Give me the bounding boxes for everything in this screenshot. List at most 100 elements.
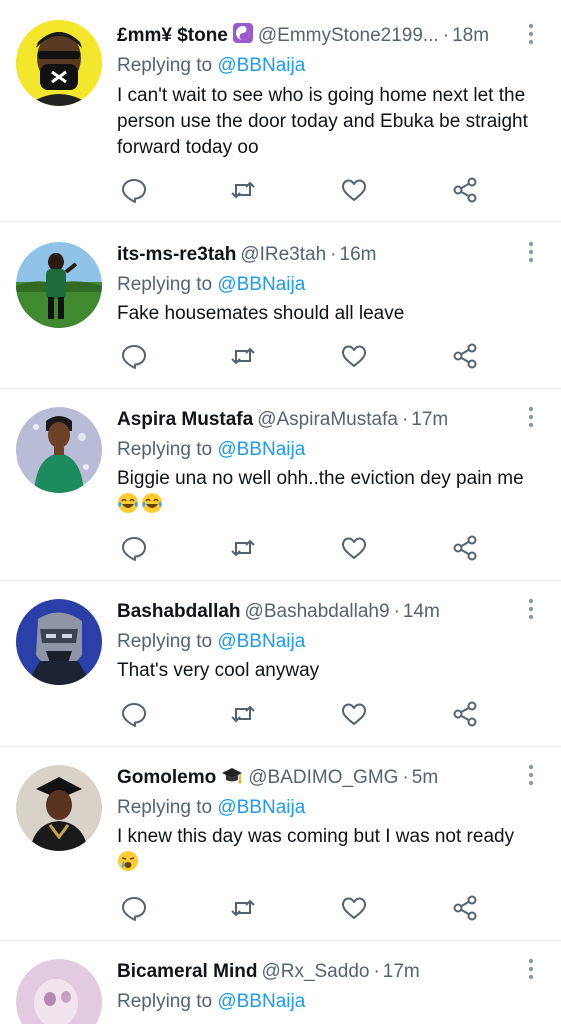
separator-dot: · bbox=[402, 767, 409, 788]
tweet[interactable]: Bashabdallah @Bashabdallah9 · 14m Replying … bbox=[0, 581, 561, 747]
avatar[interactable] bbox=[16, 959, 102, 1024]
crying-face-emoji-icon bbox=[117, 850, 139, 872]
replying-to-label: Replying to bbox=[117, 631, 213, 652]
separator-dot: · bbox=[401, 409, 409, 430]
tweet-text: That's very cool anyway bbox=[117, 660, 320, 681]
user-handle[interactable]: @AspiraMustafa bbox=[257, 409, 398, 430]
user-handle[interactable]: @IRe3tah bbox=[240, 244, 326, 265]
tweet-text-body: I knew this day was coming but I was not… bbox=[117, 826, 515, 847]
avatar[interactable] bbox=[16, 599, 102, 685]
display-name[interactable]: Aspira Mustafa bbox=[117, 409, 253, 430]
tweet-text-body: Biggie una no well ohh..the eviction dey… bbox=[117, 468, 524, 489]
like-icon[interactable] bbox=[339, 175, 369, 205]
avatar-image bbox=[16, 599, 102, 685]
avatar-image bbox=[16, 20, 102, 106]
replying-to-link[interactable]: @BBNaija bbox=[217, 991, 305, 1012]
reply-icon[interactable] bbox=[119, 341, 149, 371]
reply-icon[interactable] bbox=[119, 533, 149, 563]
reply-icon[interactable] bbox=[119, 699, 149, 729]
display-name[interactable]: £mm¥ $tone bbox=[117, 25, 228, 46]
separator-dot: · bbox=[330, 244, 337, 265]
display-name[interactable]: Bicameral Mind bbox=[117, 961, 257, 982]
display-name[interactable]: its-ms-re3tah bbox=[117, 244, 236, 265]
share-icon[interactable] bbox=[450, 893, 480, 923]
tweet-actions bbox=[117, 893, 517, 923]
replying-to: Replying to @BBNaija bbox=[117, 52, 305, 80]
share-icon[interactable] bbox=[450, 175, 480, 205]
avatar-image bbox=[16, 959, 102, 1024]
tweet-text: Biggie una no well ohh..the eviction dey… bbox=[117, 466, 535, 518]
avatar-image bbox=[16, 765, 102, 851]
like-icon[interactable] bbox=[339, 893, 369, 923]
avatar[interactable] bbox=[16, 242, 102, 328]
avatar[interactable] bbox=[16, 765, 102, 851]
retweet-icon[interactable] bbox=[228, 341, 258, 371]
like-icon[interactable] bbox=[339, 699, 369, 729]
tears-of-joy-emoji-icon bbox=[141, 492, 163, 514]
timestamp[interactable]: 16m bbox=[340, 244, 377, 265]
user-handle[interactable]: @Bashabdallah9 bbox=[245, 601, 390, 622]
display-name[interactable]: Gomolemo bbox=[117, 767, 216, 788]
tweet-header: its-ms-re3tah @IRe3tah · 16m bbox=[117, 241, 525, 269]
replying-to-label: Replying to bbox=[117, 797, 213, 818]
replying-to-link[interactable]: @BBNaija bbox=[217, 797, 305, 818]
retweet-icon[interactable] bbox=[228, 893, 258, 923]
tweet-actions bbox=[117, 699, 517, 729]
tweet-header: Aspira Mustafa @AspiraMustafa · 17m bbox=[117, 406, 525, 434]
replying-to-link[interactable]: @BBNaija bbox=[217, 274, 305, 295]
yin-yang-emoji-icon bbox=[232, 22, 254, 50]
tweet[interactable]: Aspira Mustafa @AspiraMustafa · 17m Replyin… bbox=[0, 389, 561, 581]
tweet-header: Bicameral Mind @Rx_Saddo · 17m bbox=[117, 958, 525, 986]
graduation-cap-emoji-icon bbox=[220, 766, 244, 792]
timestamp[interactable]: 17m bbox=[383, 961, 420, 982]
retweet-icon[interactable] bbox=[228, 699, 258, 729]
separator-dot: · bbox=[373, 961, 380, 982]
like-icon[interactable] bbox=[339, 533, 369, 563]
timestamp[interactable]: 17m bbox=[411, 409, 448, 430]
replying-to-label: Replying to bbox=[117, 439, 213, 460]
more-vertical-icon[interactable] bbox=[523, 597, 539, 621]
replying-to: Replying to @BBNaija bbox=[117, 271, 305, 299]
tweet[interactable]: Gomolemo @BADIMO_GMG · 5m Replying to @BBNa… bbox=[0, 747, 561, 941]
tweet-actions bbox=[117, 175, 517, 205]
replying-to: Replying to @BBNaija bbox=[117, 628, 305, 656]
replying-to-link[interactable]: @BBNaija bbox=[217, 55, 305, 76]
tears-of-joy-emoji-icon bbox=[117, 492, 139, 514]
replying-to: Replying to @BBNaija bbox=[117, 988, 305, 1016]
timestamp[interactable]: 18m bbox=[452, 25, 489, 46]
replying-to-link[interactable]: @BBNaija bbox=[217, 439, 305, 460]
more-vertical-icon[interactable] bbox=[523, 405, 539, 429]
more-vertical-icon[interactable] bbox=[523, 22, 539, 46]
tweet-actions bbox=[117, 533, 517, 563]
reply-icon[interactable] bbox=[119, 175, 149, 205]
tweet[interactable]: its-ms-re3tah @IRe3tah · 16m Replying to @B… bbox=[0, 222, 561, 389]
timestamp[interactable]: 5m bbox=[412, 767, 438, 788]
more-vertical-icon[interactable] bbox=[523, 763, 539, 787]
share-icon[interactable] bbox=[450, 341, 480, 371]
reply-icon[interactable] bbox=[119, 893, 149, 923]
replying-to-label: Replying to bbox=[117, 55, 213, 76]
more-vertical-icon[interactable] bbox=[523, 240, 539, 264]
replying-to-label: Replying to bbox=[117, 991, 213, 1012]
avatar-image bbox=[16, 242, 102, 328]
timestamp[interactable]: 14m bbox=[403, 601, 440, 622]
more-vertical-icon[interactable] bbox=[523, 957, 539, 981]
user-handle[interactable]: @EmmyStone2199... bbox=[258, 25, 439, 46]
tweet-header: Gomolemo @BADIMO_GMG · 5m bbox=[117, 764, 525, 792]
tweet[interactable]: £mm¥ $tone @EmmyStone2199... · 18m Replying… bbox=[0, 0, 561, 222]
avatar[interactable] bbox=[16, 20, 102, 106]
tweet[interactable]: Bicameral Mind @Rx_Saddo · 17m Replying to … bbox=[0, 941, 561, 1024]
replying-to: Replying to @BBNaija bbox=[117, 794, 305, 822]
user-handle[interactable]: @Rx_Saddo bbox=[261, 961, 369, 982]
share-icon[interactable] bbox=[450, 533, 480, 563]
display-name[interactable]: Bashabdallah bbox=[117, 601, 241, 622]
retweet-icon[interactable] bbox=[228, 533, 258, 563]
replying-to-link[interactable]: @BBNaija bbox=[217, 631, 305, 652]
like-icon[interactable] bbox=[339, 341, 369, 371]
share-icon[interactable] bbox=[450, 699, 480, 729]
user-handle[interactable]: @BADIMO_GMG bbox=[248, 767, 398, 788]
separator-dot: · bbox=[442, 25, 450, 46]
retweet-icon[interactable] bbox=[228, 175, 258, 205]
avatar[interactable] bbox=[16, 407, 102, 493]
tweet-text: I can't wait to see who is going home ne… bbox=[117, 85, 528, 158]
